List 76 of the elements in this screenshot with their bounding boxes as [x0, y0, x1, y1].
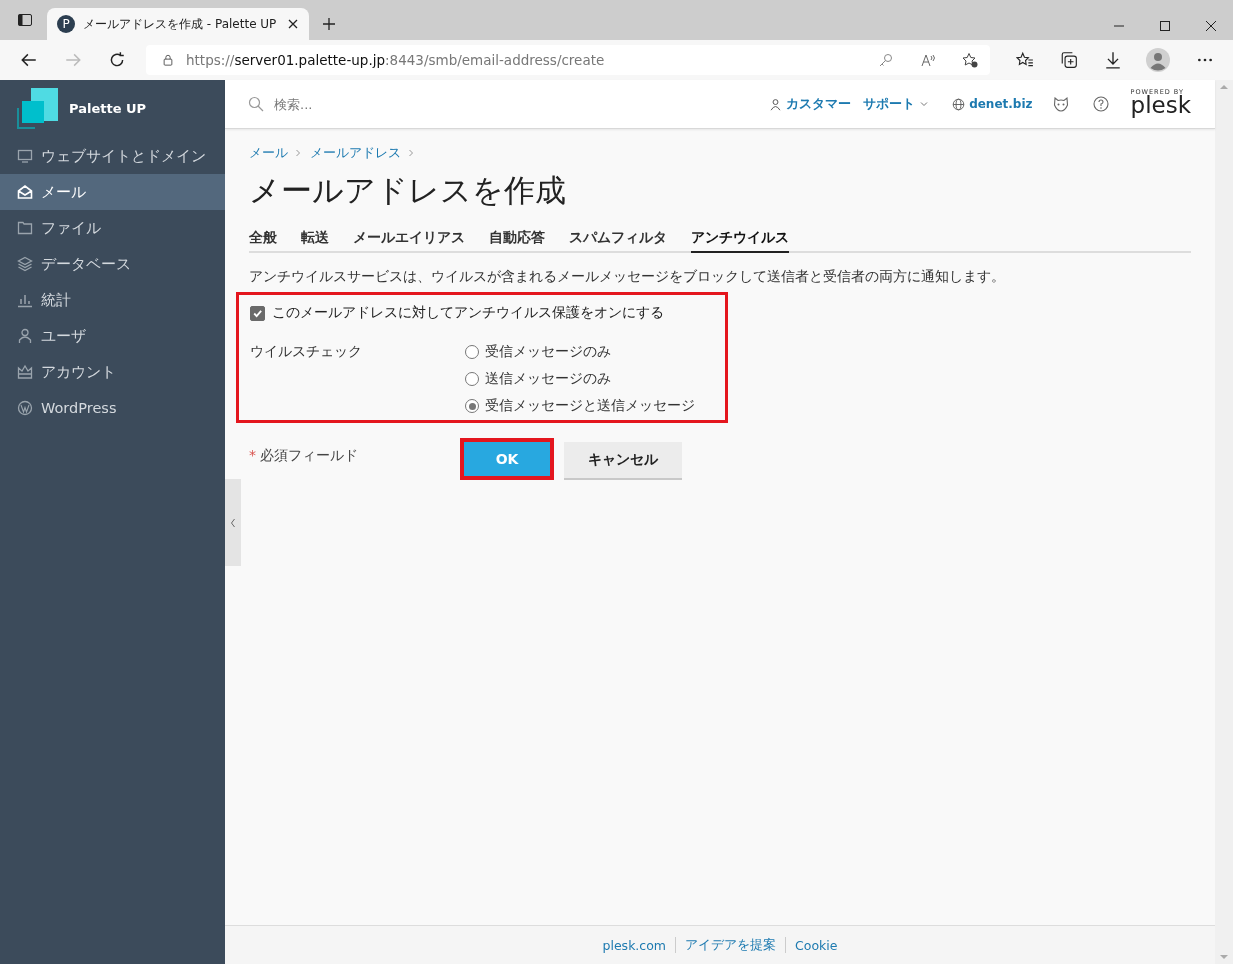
tab[interactable]: 転送 — [301, 229, 329, 253]
chevron-icon — [230, 517, 236, 528]
help-icon[interactable] — [1092, 96, 1109, 112]
tab[interactable]: 全般 — [249, 229, 277, 253]
tab[interactable]: メールエイリアス — [353, 229, 465, 253]
monitor-icon — [17, 148, 33, 164]
caret-icon — [920, 100, 929, 108]
collections-icon[interactable] — [1060, 51, 1078, 69]
tab-list-icon[interactable] — [17, 12, 33, 28]
footer-link[interactable]: Cookie — [786, 937, 847, 953]
nav-item[interactable]: ファイル — [0, 210, 225, 246]
radio-button[interactable] — [465, 399, 479, 413]
domain-link[interactable]: denet.biz — [969, 97, 1033, 111]
sidebar-collapse-handle[interactable] — [225, 479, 241, 566]
footer-link[interactable]: アイデアを提案 — [676, 936, 786, 954]
tab[interactable]: スパムフィルタ — [569, 229, 667, 253]
nav-item[interactable]: ユーザ — [0, 318, 225, 354]
customer-link[interactable]: カスタマー — [786, 95, 852, 113]
wordpress-icon — [17, 400, 33, 416]
support-menu[interactable]: サポート — [863, 95, 929, 113]
nav-item[interactable]: WordPress — [0, 390, 225, 426]
brand-name: Palette UP — [69, 100, 147, 116]
radio-label: 受信メッセージと送信メッセージ — [485, 397, 695, 415]
footer-link[interactable]: plesk.com — [593, 937, 676, 953]
required-note: * 必須フィールド — [249, 447, 360, 465]
lock-icon — [162, 54, 174, 66]
bar-chart-icon — [17, 292, 33, 308]
radio-label: 受信メッセージのみ — [485, 343, 611, 361]
field-label: ウイルスチェック — [250, 343, 363, 361]
browser-tab[interactable]: P メールアドレスを作成 - Palette UP — [47, 8, 309, 40]
address-bar[interactable]: https://server01.palette-up.jp:8443/smb/email-address/create — [146, 45, 990, 75]
back-icon[interactable] — [20, 51, 38, 69]
person-icon — [17, 328, 33, 344]
cat-face-icon[interactable] — [1052, 96, 1069, 112]
nav-item[interactable]: 統計 — [0, 282, 225, 318]
close-icon[interactable] — [1205, 20, 1217, 32]
chevron-icon — [294, 149, 302, 157]
favorites-icon[interactable] — [1016, 51, 1034, 69]
favicon: P — [57, 15, 75, 33]
download-icon[interactable] — [1104, 51, 1122, 69]
description-text: アンチウイルスサービスは、ウイルスが含まれるメールメッセージをブロックして送信者と受信者の両方に通知します。 — [249, 268, 1006, 286]
nav-item[interactable]: メール — [0, 174, 225, 210]
nav-item[interactable]: ウェブサイトとドメイン — [0, 138, 225, 174]
search-icon — [248, 96, 264, 112]
page-title: メールアドレスを作成 — [249, 171, 567, 210]
checkmark-icon — [252, 307, 263, 319]
new-tab-icon[interactable] — [321, 16, 337, 32]
breadcrumb-link[interactable]: メール — [249, 144, 288, 162]
checkbox[interactable] — [250, 305, 265, 321]
envelope-icon — [17, 184, 33, 200]
cancel-button[interactable]: キャンセル — [564, 442, 682, 480]
crown-icon — [17, 364, 33, 380]
layers-icon — [17, 256, 33, 272]
checkbox-label: このメールアドレスに対してアンチウイルス保護をオンにする — [272, 304, 664, 322]
folder-icon — [17, 220, 33, 236]
radio-label: 送信メッセージのみ — [485, 370, 611, 388]
nav-item[interactable]: データベース — [0, 246, 225, 282]
maximize-icon[interactable] — [1159, 20, 1171, 32]
nav-item[interactable]: アカウント — [0, 354, 225, 390]
search-field[interactable]: 検索... — [272, 95, 426, 113]
radio-button[interactable] — [465, 372, 479, 386]
breadcrumb-link[interactable]: メールアドレス — [310, 144, 401, 162]
url-text: https://server01.palette-up.jp:8443/smb/email-address/create — [186, 52, 605, 68]
radio-button[interactable] — [465, 345, 479, 359]
close-icon[interactable] — [287, 18, 299, 30]
refresh-icon[interactable] — [108, 51, 126, 69]
add-favorite-icon[interactable] — [962, 52, 978, 68]
read-aloud-icon[interactable] — [920, 52, 936, 68]
person-icon — [769, 97, 783, 111]
profile-avatar-icon[interactable] — [1146, 48, 1170, 72]
tab[interactable]: 自動応答 — [489, 229, 545, 253]
globe-icon — [952, 97, 966, 111]
chevron-icon — [407, 149, 415, 157]
brand-logo-icon[interactable] — [17, 87, 59, 129]
tab-title: メールアドレスを作成 - Palette UP — [83, 15, 278, 33]
tab[interactable]: アンチウイルス — [691, 229, 789, 253]
